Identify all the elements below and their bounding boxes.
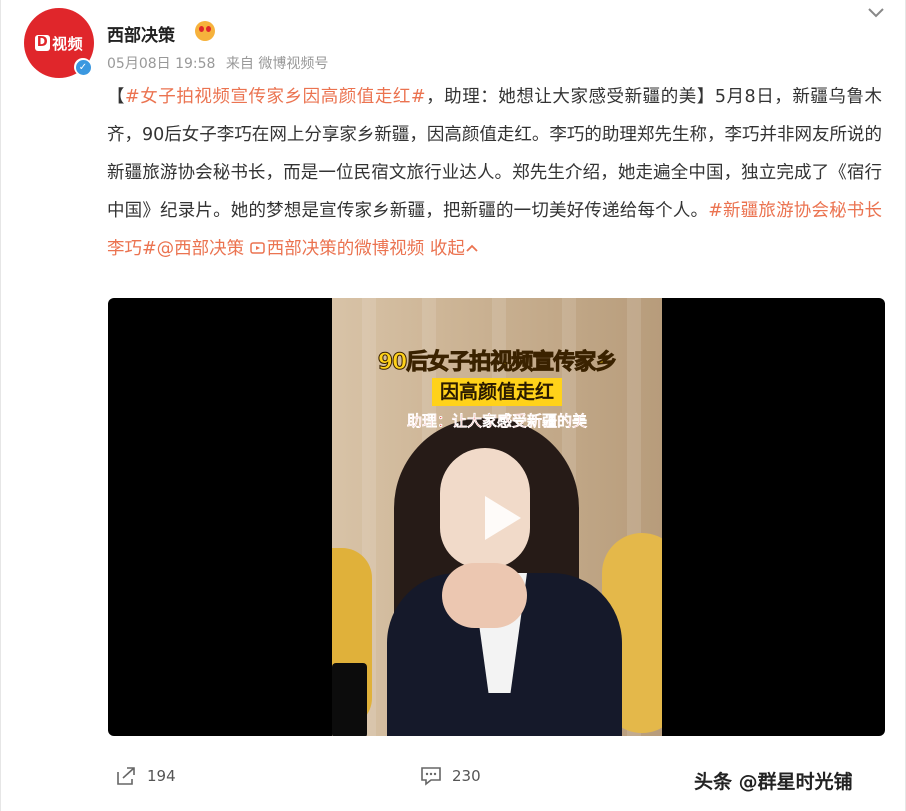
comment-button[interactable]: 230 [420, 766, 481, 786]
collapse-label: 收起 [429, 239, 465, 259]
video-caption-1: 90后女子拍视频宣传家乡 [377, 350, 618, 376]
video-link-icon [250, 242, 265, 254]
video-link-label: 西部决策的微博视频 [266, 239, 425, 259]
checkmark-icon: ✓ [75, 59, 91, 75]
video-caption-2: 因高颜值走红 [431, 378, 562, 406]
post-source[interactable]: 来自 微博视频号 [226, 56, 328, 72]
avatar-text: 视频 [52, 34, 84, 53]
play-d-icon: D [34, 35, 51, 51]
video-link[interactable]: 西部决策的微博视频 [250, 239, 425, 259]
share-count: 194 [147, 767, 176, 785]
post-date[interactable]: 05月08日 19:58 [107, 56, 215, 72]
user-name[interactable]: 西部决策 [107, 21, 175, 46]
heart-eyes-emoji-icon [195, 21, 215, 41]
post-meta: 05月08日 19:58 来自 微博视频号 [107, 53, 334, 73]
share-icon [117, 767, 135, 785]
video-player[interactable]: 90后女子拍视频宣传家乡 因高颜值走红 助理：让大家感受新疆的美 [108, 298, 885, 736]
collapse-button[interactable]: 收起 [430, 239, 479, 259]
post-text: 【#女子拍视频宣传家乡因高颜值走红#，助理：她想让大家感受新疆的美】5月8日，新… [107, 78, 882, 268]
comment-count: 230 [452, 767, 481, 785]
share-button[interactable]: 194 [115, 766, 176, 786]
watermark: 头条 @群星时光铺 [694, 771, 853, 793]
mention-link[interactable]: @西部决策 [157, 239, 245, 259]
chevron-down-icon[interactable] [866, 2, 886, 22]
comment-icon [421, 767, 441, 786]
person-hands [442, 563, 527, 628]
verified-badge-icon: ✓ [74, 58, 92, 76]
play-icon[interactable] [471, 490, 527, 546]
topic-link[interactable]: #女子拍视频宣传家乡因高颜值走红# [125, 87, 426, 107]
video-caption-3: 助理：让大家感受新疆的美 [406, 412, 587, 430]
phone [332, 663, 367, 736]
avatar-logo: D 视频 [34, 33, 84, 54]
video-caption-2-wrap: 因高颜值走红 [332, 378, 662, 406]
chevron-up-icon [466, 244, 478, 252]
bracket-open: 【 [107, 87, 126, 107]
left-border [0, 0, 1, 811]
headline-rest: ，助理：她想让大家感受新疆的美】 [425, 87, 715, 107]
